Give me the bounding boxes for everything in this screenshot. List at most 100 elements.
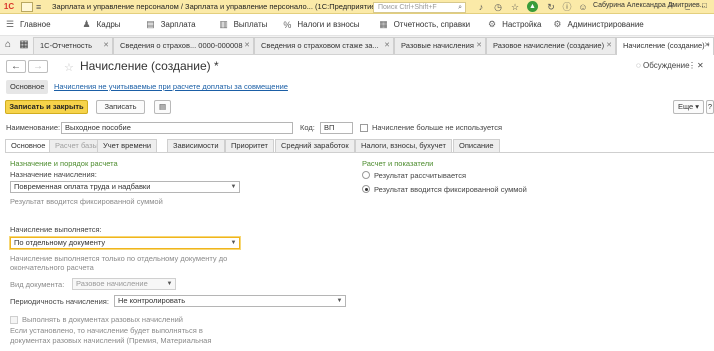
global-search-input[interactable]: Поиск Ctrl+Shift+F ⌕ (373, 2, 466, 13)
window-tab[interactable]: Сведения о страхов... 0000-000008 ✕ (113, 37, 254, 54)
close-icon[interactable]: ✕ (476, 38, 482, 54)
section-purpose-heading: Назначение и порядок расчета (10, 159, 118, 168)
close-icon[interactable]: ✕ (103, 38, 109, 54)
chevron-down-icon: ▼ (166, 281, 173, 287)
user-icon[interactable]: ☺ (577, 1, 589, 13)
window-tab[interactable]: 1С-Отчетность ✕ (33, 37, 113, 54)
nav-icon[interactable]: ▦ (18, 38, 30, 52)
window-tab[interactable]: Сведения о страховом стаже за... ✕ (254, 37, 394, 54)
menu-bars-icon[interactable]: ≡ (36, 2, 46, 12)
forward-button[interactable]: → (28, 60, 48, 73)
one-time-docs-checkbox (10, 316, 18, 324)
menu-item-payments[interactable]: ▥ Выплаты (214, 14, 274, 36)
window-tab[interactable]: Разовые начисления ✕ (394, 37, 486, 54)
menu-item-settings[interactable]: ⚙ Настройка (482, 14, 547, 36)
form-more-icon[interactable]: ⋮ (688, 61, 696, 70)
home-icon[interactable]: ⌂ (2, 38, 14, 52)
save-and-close-button[interactable]: Записать и закрыть (5, 100, 88, 114)
tab-main[interactable]: Основное (5, 139, 52, 153)
help-button[interactable]: ? (706, 100, 714, 114)
radio-result-fixed[interactable] (362, 185, 370, 193)
menu-item-admin[interactable]: ⚙ Администрирование (547, 14, 649, 36)
one-time-note-line-1: Если установлено, то начисление будет вы… (10, 326, 203, 335)
result-note: Результат вводится фиксированной суммой (10, 197, 163, 206)
doc-type-select: Разовое начисление ▼ (72, 278, 176, 290)
code-label: Код: (300, 123, 315, 132)
tab-priority[interactable]: Приоритет (225, 139, 274, 153)
purpose-label: Назначение начисления: (10, 170, 97, 179)
app-title: Зарплата и управление персоналом / Зарпл… (52, 2, 378, 11)
tab-taxes-accounting[interactable]: Налоги, взносы, бухучет (355, 139, 452, 153)
admin-icon: ⚙ (553, 19, 562, 29)
chevron-down-icon[interactable]: ▼ (229, 182, 238, 192)
radio-result-fixed-label[interactable]: Результат вводится фиксированной суммой (374, 185, 527, 194)
section-calc-heading: Расчет и показатели (362, 159, 434, 168)
window-tab[interactable]: Разовое начисление (создание) ✕ (486, 37, 616, 54)
payments-icon: ▥ (219, 19, 228, 29)
print-button[interactable]: ▤ (154, 100, 171, 114)
chevron-down-icon[interactable]: ▼ (229, 238, 238, 248)
tab-description[interactable]: Описание (453, 139, 500, 153)
close-icon[interactable]: ✕ (606, 38, 612, 54)
purpose-select[interactable]: Повременная оплата труда и надбавки ▼ (10, 181, 240, 193)
name-field[interactable]: Выходное пособие (61, 122, 293, 134)
percent-icon: % (283, 19, 292, 30)
sections-menu: ☰ Главное ♟ Кадры ▤ Зарплата ▥ Выплаты % Нало… (0, 14, 714, 36)
search-icon[interactable]: ⌕ (458, 3, 462, 12)
unused-label: Начисление больше не используется (372, 123, 503, 132)
exec-select[interactable]: По отдельному документу ▼ (10, 237, 240, 249)
chat-icon[interactable]: ▲ (527, 1, 538, 12)
more-button[interactable]: Еще ▾ (673, 100, 704, 114)
period-label: Периодичность начисления: (10, 297, 109, 306)
search-placeholder: Поиск Ctrl+Shift+F (378, 4, 437, 11)
window-controls[interactable]: ≡ _ □ (669, 1, 712, 10)
bell-icon[interactable]: ♪ (475, 1, 487, 13)
refresh-icon[interactable]: ↻ (545, 1, 557, 13)
form-title: Начисление (создание) * (80, 59, 219, 73)
info-icon[interactable]: ⓘ (561, 1, 573, 13)
radio-result-calculated-label[interactable]: Результат рассчитывается (374, 171, 466, 180)
tab-time-tracking[interactable]: Учет времени (97, 139, 158, 153)
print-icon: ▤ (158, 102, 167, 111)
reports-icon: ▦ (379, 19, 388, 29)
window-tab-active[interactable]: Начисление (создание) * ✕ (616, 37, 714, 55)
doc-type-label: Вид документа: (10, 280, 65, 289)
menu-item-payroll[interactable]: ▤ Зарплата (141, 14, 202, 36)
payroll-icon: ▤ (146, 19, 155, 29)
favorite-star-icon[interactable]: ☆ (64, 61, 74, 74)
tab-base-calc[interactable]: Расчет базы (49, 139, 104, 153)
chevron-down-icon[interactable]: ▼ (335, 296, 344, 306)
tab-average-earnings[interactable]: Средний заработок (275, 139, 355, 153)
view-tab-main[interactable]: Основное (6, 80, 49, 94)
form-close-icon[interactable]: ✕ (697, 61, 704, 70)
settings-icon: ⚙ (488, 19, 497, 29)
history-icon[interactable]: ◷ (492, 1, 504, 13)
unused-checkbox[interactable] (360, 124, 368, 132)
accrual-form: ← → ☆ Начисление (создание) * ◌ Обсужден… (0, 55, 714, 351)
exec-label: Начисление выполняется: (10, 225, 102, 234)
name-label: Наименование: (6, 123, 61, 132)
people-icon: ♟ (82, 19, 91, 29)
close-icon[interactable]: ✕ (244, 38, 250, 54)
1c-logo-icon: 1С (3, 1, 15, 11)
window-icon (21, 1, 33, 12)
back-button[interactable]: ← (6, 60, 26, 73)
favorites-star-icon[interactable]: ☆ (509, 1, 521, 13)
code-field[interactable]: ВП (320, 122, 353, 134)
title-bar: 1С ≡ Зарплата и управление персоналом / … (0, 0, 714, 14)
save-button[interactable]: Записать (96, 100, 145, 114)
radio-result-calculated[interactable] (362, 171, 370, 179)
view-tab-exclusions-link[interactable]: Начисления не учитываемые при расчете до… (50, 80, 292, 94)
close-icon[interactable]: ✕ (384, 38, 390, 54)
menu-item-taxes[interactable]: % Налоги и взносы (277, 14, 365, 36)
menu-item-reports[interactable]: ▦ Отчетность, справки (374, 14, 477, 36)
menu-item-personnel[interactable]: ♟ Кадры (77, 14, 127, 36)
tab-dependencies[interactable]: Зависимости (167, 139, 225, 153)
tabs-divider (5, 152, 714, 153)
period-select[interactable]: Не контролировать ▼ (114, 295, 346, 307)
discussion-link[interactable]: ◌ Обсуждение (636, 61, 690, 70)
menu-item-main[interactable]: ☰ Главное (0, 14, 57, 36)
close-icon[interactable]: ✕ (704, 38, 710, 54)
open-windows-tabs: ⌂ ▦ 1С-Отчетность ✕ Сведения о страхов...… (0, 36, 714, 55)
one-time-note-line-2: документах разовых начислений (Премия, М… (10, 336, 212, 345)
